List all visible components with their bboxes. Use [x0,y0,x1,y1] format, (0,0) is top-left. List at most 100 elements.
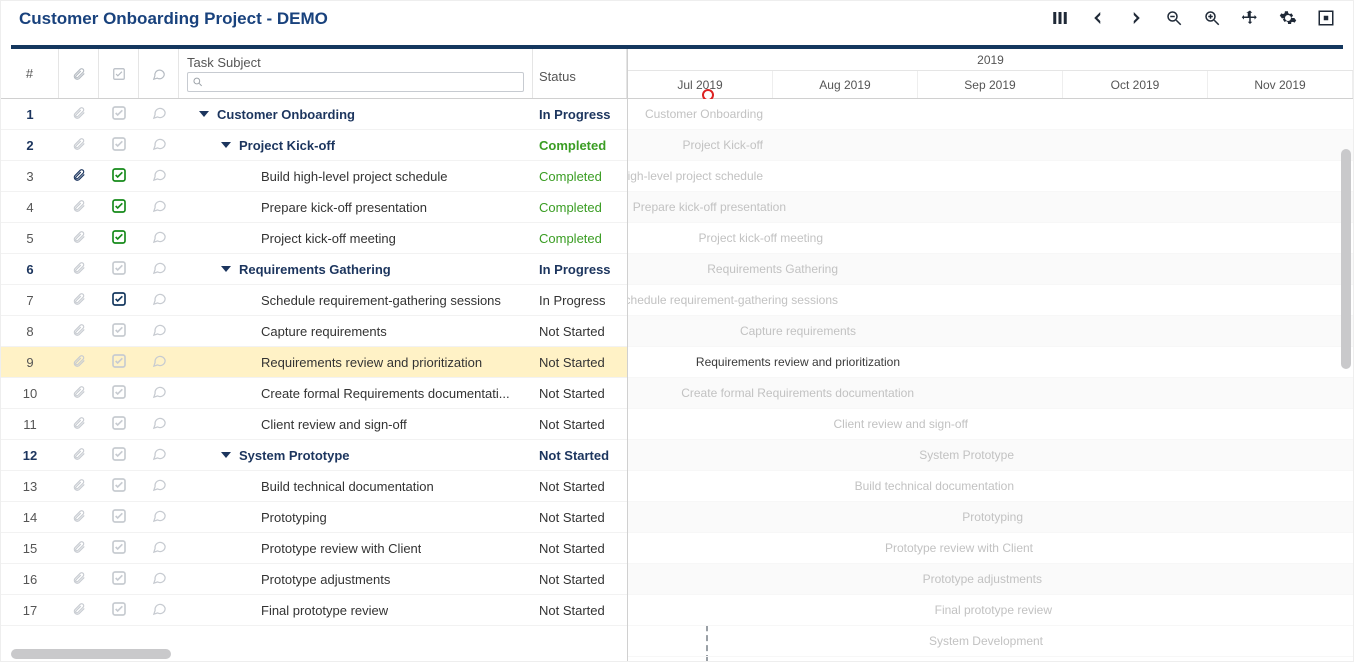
attachment-icon[interactable] [59,199,99,216]
task-cell[interactable]: Requirements review and prioritization [179,355,533,370]
chat-icon[interactable] [139,136,179,154]
table-row[interactable]: 13Build technical documentationNot Start… [1,471,627,502]
table-row[interactable]: 16Prototype adjustmentsNot Started [1,564,627,595]
task-cell[interactable]: Project kick-off meeting [179,231,533,246]
table-row[interactable]: 6Requirements GatheringIn Progress [1,254,627,285]
table-row[interactable]: 9Requirements review and prioritizationN… [1,347,627,378]
attachment-icon[interactable] [59,354,99,371]
column-chat[interactable] [139,49,179,98]
scrollbar-horizontal[interactable] [11,649,171,659]
chat-icon[interactable] [139,353,179,371]
attachment-icon[interactable] [59,540,99,557]
attachment-icon[interactable] [59,137,99,154]
task-cell[interactable]: Final prototype review [179,603,533,618]
caret-down-icon[interactable] [199,111,209,117]
checkbox-icon[interactable] [99,105,139,124]
columns-icon[interactable] [1051,9,1069,27]
chat-icon[interactable] [139,229,179,247]
fullscreen-icon[interactable] [1317,9,1335,27]
checkbox-icon[interactable] [99,167,139,186]
chat-icon[interactable] [139,539,179,557]
table-row[interactable]: 10Create formal Requirements documentati… [1,378,627,409]
checkbox-icon[interactable] [99,446,139,465]
chat-icon[interactable] [139,477,179,495]
task-cell[interactable]: Create formal Requirements documentati..… [179,386,533,401]
table-row[interactable]: 14PrototypingNot Started [1,502,627,533]
caret-down-icon[interactable] [221,142,231,148]
attachment-icon[interactable] [59,571,99,588]
checkbox-icon[interactable] [99,136,139,155]
task-cell[interactable]: Requirements Gathering [179,262,533,277]
attachment-icon[interactable] [59,416,99,433]
checkbox-icon[interactable] [99,260,139,279]
task-cell[interactable]: Capture requirements [179,324,533,339]
table-row[interactable]: 5Project kick-off meetingCompleted [1,223,627,254]
column-attach[interactable] [59,49,99,98]
chat-icon[interactable] [139,384,179,402]
column-check[interactable] [99,49,139,98]
column-task-subject[interactable]: Task Subject [179,49,533,98]
column-num[interactable]: # [1,49,59,98]
chat-icon[interactable] [139,508,179,526]
task-cell[interactable]: Build technical documentation [179,479,533,494]
attachment-icon[interactable] [59,261,99,278]
chat-icon[interactable] [139,601,179,619]
gear-icon[interactable] [1279,9,1297,27]
task-cell[interactable]: Prepare kick-off presentation [179,200,533,215]
chat-icon[interactable] [139,291,179,309]
search-input[interactable] [204,75,519,89]
table-row[interactable]: 3Build high-level project scheduleComple… [1,161,627,192]
chat-icon[interactable] [139,198,179,216]
task-cell[interactable]: Build high-level project schedule [179,169,533,184]
task-cell[interactable]: Project Kick-off [179,138,533,153]
chat-icon[interactable] [139,105,179,123]
back-arrow-icon[interactable] [1089,9,1107,27]
table-row[interactable]: 15Prototype review with ClientNot Starte… [1,533,627,564]
zoom-in-icon[interactable] [1203,9,1221,27]
task-cell[interactable]: Schedule requirement-gathering sessions [179,293,533,308]
checkbox-icon[interactable] [99,322,139,341]
table-row[interactable]: 1Customer OnboardingIn Progress [1,99,627,130]
attachment-icon[interactable] [59,168,99,185]
column-status[interactable]: Status [533,49,627,98]
attachment-icon[interactable] [59,602,99,619]
task-cell[interactable]: Prototype review with Client [179,541,533,556]
attachment-icon[interactable] [59,447,99,464]
table-row[interactable]: 17Final prototype reviewNot Started [1,595,627,626]
checkbox-icon[interactable] [99,539,139,558]
chat-icon[interactable] [139,322,179,340]
attachment-icon[interactable] [59,509,99,526]
chat-icon[interactable] [139,167,179,185]
table-row[interactable]: 7Schedule requirement-gathering sessions… [1,285,627,316]
chat-icon[interactable] [139,415,179,433]
attachment-icon[interactable] [59,323,99,340]
forward-arrow-icon[interactable] [1127,9,1145,27]
chat-icon[interactable] [139,446,179,464]
attachment-icon[interactable] [59,106,99,123]
attachment-icon[interactable] [59,478,99,495]
checkbox-icon[interactable] [99,229,139,248]
table-row[interactable]: 4Prepare kick-off presentationCompleted [1,192,627,223]
chat-icon[interactable] [139,570,179,588]
task-cell[interactable]: System Prototype [179,448,533,463]
table-row[interactable]: 11Client review and sign-offNot Started [1,409,627,440]
checkbox-icon[interactable] [99,415,139,434]
task-cell[interactable]: Customer Onboarding [179,107,533,122]
caret-down-icon[interactable] [221,452,231,458]
checkbox-icon[interactable] [99,291,139,310]
attachment-icon[interactable] [59,292,99,309]
checkbox-icon[interactable] [99,198,139,217]
checkbox-icon[interactable] [99,508,139,527]
checkbox-icon[interactable] [99,477,139,496]
table-row[interactable]: 12System PrototypeNot Started [1,440,627,471]
zoom-out-icon[interactable] [1165,9,1183,27]
search-input-wrap[interactable] [187,72,524,92]
table-row[interactable]: 8Capture requirementsNot Started [1,316,627,347]
table-row[interactable]: 2Project Kick-offCompleted [1,130,627,161]
scrollbar-vertical[interactable] [1341,149,1351,369]
task-cell[interactable]: Prototype adjustments [179,572,533,587]
checkbox-icon[interactable] [99,384,139,403]
checkbox-icon[interactable] [99,601,139,620]
task-cell[interactable]: Prototyping [179,510,533,525]
checkbox-icon[interactable] [99,353,139,372]
